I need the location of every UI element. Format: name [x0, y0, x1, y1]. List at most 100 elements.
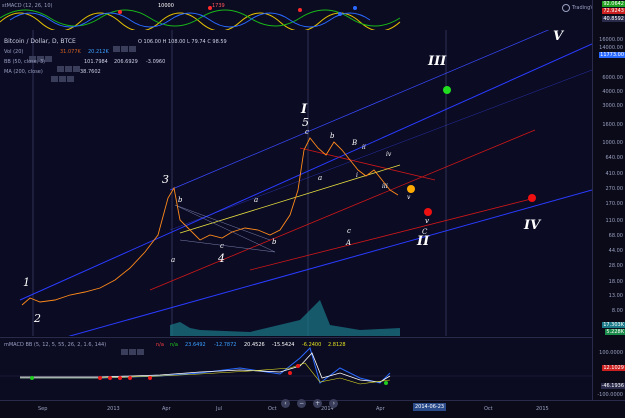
- volume-value-2: 20.212K: [88, 49, 109, 55]
- zoom-controls: ‹ − + ›: [281, 390, 339, 409]
- bb-value-3: -3.0960: [146, 59, 166, 65]
- ohlc-values: O 106.00 H 108.00 L 79.74 C 98.59: [138, 39, 227, 45]
- price-tick: 1600.00: [602, 122, 623, 128]
- time-tick: Apr: [376, 406, 385, 412]
- price-tick: 170.00: [605, 201, 624, 207]
- symbol-title[interactable]: Bitcoin / Dollar, D, BTCE: [4, 38, 76, 45]
- remove-button[interactable]: [129, 45, 136, 52]
- mmacd-val-5: 20.4526: [244, 342, 265, 348]
- mmacd-val-7: -6.2400: [302, 342, 322, 348]
- chart-toolbar: [112, 38, 136, 57]
- stmacd-plot: [0, 6, 401, 30]
- price-tick: 410.00: [605, 171, 624, 177]
- time-tick: 2013: [107, 406, 120, 412]
- wave-label-C: C: [422, 228, 428, 236]
- macd-tick: -100.0000: [597, 392, 623, 398]
- wave-label-4: 4: [218, 252, 225, 265]
- wave-label-III: III: [428, 54, 447, 69]
- time-tick: Oct: [484, 406, 493, 412]
- wave-label-A: A: [346, 239, 352, 247]
- macd-tick: 100.0000: [599, 350, 623, 356]
- wave-label-vC: v: [425, 217, 429, 225]
- mmacd-val-4: -12.7872: [214, 342, 237, 348]
- price-tick: 13.00: [608, 293, 623, 299]
- wave-label-ii: ii: [362, 144, 366, 151]
- zoom-out-icon[interactable]: −: [297, 399, 307, 408]
- price-tick: 4000.00: [602, 89, 623, 95]
- stmacd-panel[interactable]: stMACD (12, 26, 10) 10000 1739 TradingVi…: [0, 0, 602, 31]
- stmacd-tag-3: 40.8592: [602, 16, 625, 22]
- wave-label-3: 3: [162, 173, 169, 186]
- ma-label: MA (200, close): [4, 69, 43, 75]
- stmacd-value: 10000: [158, 3, 174, 9]
- wave-label-v: v: [407, 194, 411, 201]
- mmacd-toolbar: [120, 341, 144, 360]
- wave-label-i: i: [356, 172, 358, 179]
- wave-label-1: 1: [23, 276, 30, 289]
- wave-label-a2: a: [254, 196, 259, 204]
- scroll-left-icon[interactable]: ‹: [281, 399, 290, 408]
- price-tick: 640.00: [605, 155, 624, 161]
- price-axis[interactable]: 92.0642 72.9243 40.8592 16000.00 14000.0…: [592, 0, 625, 400]
- time-tick: Sep: [38, 406, 48, 412]
- price-tick: 3000.00: [602, 103, 623, 109]
- stmacd-title: stMACD (12, 26, 10): [2, 3, 53, 9]
- price-tick: 110.00: [605, 218, 624, 224]
- wave-label-c1: c: [220, 242, 224, 250]
- price-tick: 16000.00: [599, 37, 623, 43]
- price-tick: 44.00: [608, 248, 623, 254]
- wave-label-B: B: [352, 139, 358, 147]
- ma-value: 38.7602: [80, 69, 101, 75]
- mmacd-remove-button[interactable]: [137, 348, 144, 355]
- volume-remove-button[interactable]: [45, 55, 52, 62]
- wave-label-I: I: [301, 102, 308, 117]
- mmacd-settings-button[interactable]: [121, 348, 128, 355]
- price-tick: 270.00: [605, 186, 624, 192]
- time-tick: Oct: [268, 406, 277, 412]
- mmacd-val-8: 2.8128: [328, 342, 346, 348]
- mmacd-val-3: 23.6492: [185, 342, 206, 348]
- price-tick: 8.00: [611, 308, 623, 314]
- ma-hide-button[interactable]: [59, 75, 66, 82]
- mmacd-val-2: n/a: [170, 342, 178, 348]
- volume-tag-2: 5.228K: [605, 329, 625, 335]
- mmacd-title: mMACD BB (5, 12, 5, 55, 26, 2, 1.6, 144): [4, 342, 107, 348]
- wave-label-a1: a: [171, 256, 176, 264]
- price-tick: 14000.00: [599, 45, 623, 51]
- scroll-right-icon[interactable]: ›: [329, 399, 339, 408]
- wave-label-2: 2: [34, 312, 41, 325]
- wave-label-cA: c: [347, 227, 351, 235]
- ma-toolbar: [50, 68, 74, 87]
- crosshair-date: 2014-06-23: [413, 403, 447, 411]
- wave-label-IV: IV: [524, 218, 541, 233]
- tradingview-icon: [562, 4, 570, 12]
- volume-tag-1: 17.303K: [602, 322, 625, 328]
- wave-label-b3: b: [330, 132, 335, 140]
- bb-remove-button[interactable]: [73, 65, 80, 72]
- volume-value-1: 31.077K: [60, 49, 81, 55]
- ma-settings-button[interactable]: [51, 75, 58, 82]
- mmacd-hide-button[interactable]: [129, 348, 136, 355]
- time-tick: 2015: [536, 406, 549, 412]
- settings-button[interactable]: [113, 45, 120, 52]
- bb-label: BB (50, close, 3): [4, 59, 46, 65]
- wave-label-II: II: [417, 234, 430, 249]
- wave-label-a3: a: [318, 174, 323, 182]
- price-tick: 1000.00: [602, 140, 623, 146]
- stmacd-tag-1: 92.0642: [602, 1, 625, 7]
- price-tag-blue: 11773.00: [599, 52, 625, 58]
- bb-value-2: 206.6929: [114, 59, 138, 65]
- time-tick: Apr: [162, 406, 171, 412]
- bb-value-1: 101.7984: [84, 59, 108, 65]
- price-tick: 68.00: [608, 233, 623, 239]
- macd-tag-dark: -46.1936: [600, 383, 625, 389]
- main-chart-panel[interactable]: Bitcoin / Dollar, D, BTCE O 106.00 H 108…: [0, 29, 592, 336]
- wave-label-b1: b: [178, 196, 183, 204]
- ma-remove-button[interactable]: [67, 75, 74, 82]
- price-tick: 6000.00: [602, 75, 623, 81]
- zoom-in-icon[interactable]: +: [313, 399, 323, 408]
- wave-label-iv: iv: [386, 151, 392, 158]
- price-chart: [19, 30, 592, 336]
- price-tick: 28.00: [608, 263, 623, 269]
- hide-button[interactable]: [121, 45, 128, 52]
